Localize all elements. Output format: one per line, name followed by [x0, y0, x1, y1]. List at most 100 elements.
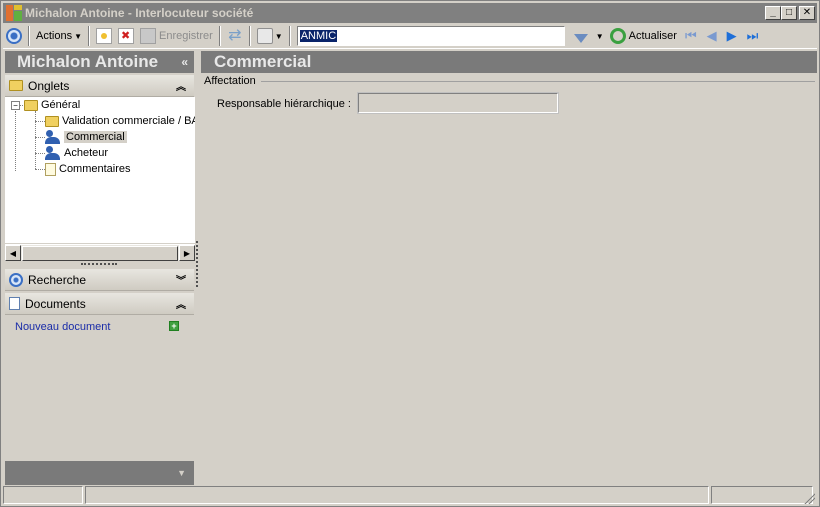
tree-connector	[35, 137, 45, 138]
tree-node-commercial[interactable]: Commercial	[45, 129, 127, 145]
title-bar[interactable]: Michalon Antoine - Interlocuteur société…	[3, 3, 817, 23]
folder-icon	[9, 80, 23, 91]
tree-connector	[35, 169, 45, 170]
previous-record-button[interactable]: ◀	[707, 28, 717, 44]
status-panel	[85, 486, 709, 504]
tree-node-label: Commercial	[64, 131, 127, 143]
documents-section-label: Documents	[25, 296, 86, 311]
documents-section-header[interactable]: Documents ︽	[5, 293, 194, 315]
app-icon	[6, 5, 22, 21]
collapse-panel-icon[interactable]: «	[181, 51, 188, 73]
tree-node-label: Acheteur	[64, 147, 109, 159]
sync-button[interactable]: ⇄	[224, 25, 246, 47]
chevron-down-icon: ▼	[274, 31, 283, 41]
first-record-button[interactable]: ⏮	[685, 28, 697, 44]
contact-name: Michalon Antoine	[17, 52, 159, 71]
left-panel-footer: ▼	[5, 461, 194, 485]
toolbar-separator	[88, 26, 90, 46]
manager-field-label: Responsable hiérarchique :	[217, 98, 351, 110]
delete-button[interactable]	[115, 25, 137, 47]
resize-grip-icon[interactable]	[803, 492, 815, 504]
refresh-label: Actualiser	[628, 30, 677, 42]
actions-label: Actions	[36, 30, 73, 42]
last-record-button[interactable]: ⏭	[747, 28, 759, 44]
refresh-icon	[609, 28, 626, 44]
group-title: Affectation	[204, 75, 259, 87]
toolbar-separator	[28, 26, 30, 46]
tree-node-label: Général	[41, 99, 81, 111]
note-icon	[45, 162, 56, 176]
tree-connector	[15, 111, 16, 171]
tree-node-acheteur[interactable]: Acheteur	[45, 145, 108, 161]
filter-button[interactable]	[571, 25, 591, 47]
scroll-right-button[interactable]: ▶	[179, 245, 195, 261]
search-field[interactable]: ANMIC	[296, 26, 565, 46]
chevron-down-icon: ▼	[595, 31, 604, 41]
new-button[interactable]	[93, 25, 115, 47]
status-panel	[711, 486, 813, 504]
minimize-button[interactable]: _	[765, 6, 781, 20]
document-icon	[9, 297, 20, 310]
save-button[interactable]: Enregistrer	[137, 25, 216, 47]
folder-icon	[24, 99, 38, 111]
tree-node-general[interactable]: − Général	[11, 97, 80, 113]
printer-icon	[256, 28, 273, 44]
collapse-node-icon[interactable]: −	[11, 100, 20, 110]
status-bar	[3, 486, 817, 505]
options-button[interactable]	[3, 25, 25, 47]
vertical-splitter[interactable]	[196, 241, 198, 287]
save-icon	[140, 28, 156, 44]
delete-icon	[118, 28, 134, 44]
tree-node-label: Commentaires	[59, 163, 131, 175]
tree-connector	[35, 153, 45, 154]
tree-node-commentaires[interactable]: Commentaires	[45, 161, 131, 177]
tree-connector	[35, 111, 36, 169]
folder-icon	[45, 115, 59, 127]
toolbar-separator	[288, 26, 291, 46]
manager-field[interactable]	[357, 92, 559, 114]
filter-icon	[573, 33, 588, 43]
tree-connector	[35, 121, 45, 122]
people-icon	[45, 146, 61, 160]
minimize-icon: _	[770, 7, 776, 18]
refresh-button[interactable]: Actualiser	[607, 25, 680, 47]
people-icon	[45, 130, 61, 144]
search-input[interactable]: ANMIC	[299, 30, 338, 42]
window-title: Michalon Antoine - Interlocuteur société	[25, 6, 254, 20]
close-button[interactable]: ✕	[799, 6, 815, 20]
toolbar: Actions ▼ Enregistrer ⇄ ▼ ANMIC ▼ Actual…	[3, 24, 817, 49]
toolbar-separator	[248, 26, 251, 46]
search-section-label: Recherche	[28, 272, 87, 287]
scroll-thumb[interactable]	[22, 245, 178, 261]
status-panel	[3, 486, 83, 504]
main-window: Michalon Antoine - Interlocuteur société…	[0, 0, 820, 507]
toolbar-separator	[218, 26, 221, 46]
next-record-button[interactable]: ▶	[727, 28, 737, 44]
filter-dropdown[interactable]: ▼	[591, 25, 607, 47]
page-title: Commercial	[201, 51, 817, 73]
tabs-section-label: Onglets	[28, 78, 70, 93]
tree-node-validation[interactable]: Validation commerciale / BA	[45, 113, 195, 129]
tabs-section-header[interactable]: Onglets ︽	[5, 75, 194, 97]
search-section-header[interactable]: Recherche ︾	[5, 269, 194, 291]
actions-menu[interactable]: Actions ▼	[33, 25, 85, 47]
tree-node-label: Validation commerciale / BA	[62, 115, 195, 127]
new-document-link[interactable]: Nouveau document	[15, 321, 110, 333]
maximize-icon: □	[785, 7, 793, 18]
horizontal-splitter[interactable]	[81, 263, 117, 265]
chevron-up-icon[interactable]: ︽	[176, 296, 186, 311]
chevron-down-icon[interactable]: ︾	[176, 272, 186, 287]
new-document-icon	[96, 28, 112, 44]
chevron-up-icon[interactable]: ︽	[176, 78, 186, 93]
add-icon[interactable]: +	[169, 321, 179, 331]
maximize-button[interactable]: □	[781, 6, 797, 20]
scroll-left-button[interactable]: ◀	[5, 245, 21, 261]
print-button[interactable]: ▼	[254, 25, 286, 47]
group-divider	[261, 81, 815, 82]
chevron-down-icon[interactable]: ▼	[177, 468, 186, 478]
arrow-right-icon: ▶	[183, 248, 191, 258]
left-panel-header: Michalon Antoine «	[5, 51, 194, 73]
tabs-tree: − Général Validation commerciale / BA Co…	[5, 97, 195, 243]
tree-horizontal-scrollbar[interactable]: ◀ ▶	[5, 244, 195, 261]
options-icon	[6, 28, 22, 44]
